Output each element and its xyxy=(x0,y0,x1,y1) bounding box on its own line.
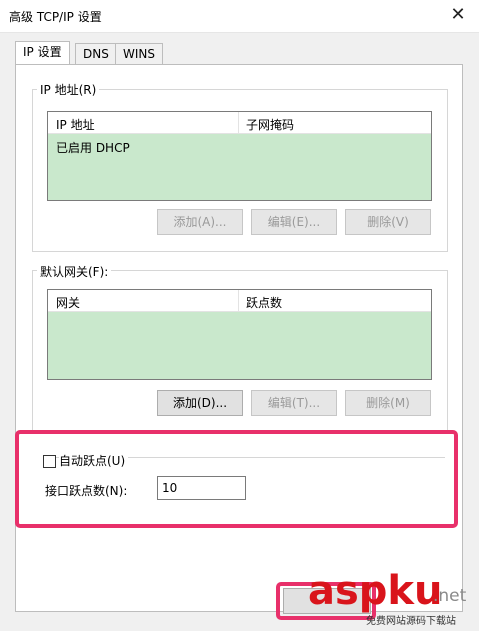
ip-delete-button[interactable]: 删除(V) xyxy=(345,209,431,235)
default-gateway-legend: 默认网关(F): xyxy=(37,263,112,280)
window-title: 高级 TCP/IP 设置 xyxy=(9,10,102,24)
ip-add-button[interactable]: 添加(A)... xyxy=(157,209,243,235)
watermark-sub: 免费网站源码下载站 xyxy=(366,616,456,627)
column-header-subnet[interactable]: 子网掩码 xyxy=(246,116,294,133)
column-header-metric[interactable]: 跃点数 xyxy=(246,294,282,311)
tab-ip-settings[interactable]: IP 设置 xyxy=(15,41,70,65)
dialog-window: 高级 TCP/IP 设置 ✕ IP 设置 DNS WINS IP 地址(R) I… xyxy=(0,0,479,631)
list-item[interactable]: 已启用 DHCP xyxy=(56,139,130,156)
tab-dns[interactable]: DNS xyxy=(75,43,117,65)
close-icon[interactable]: ✕ xyxy=(446,4,470,28)
column-header-ip[interactable]: IP 地址 xyxy=(56,116,95,133)
ip-address-legend: IP 地址(R) xyxy=(37,81,100,98)
title-bar: 高级 TCP/IP 设置 ✕ xyxy=(0,0,479,33)
watermark-brand: aspku xyxy=(308,568,443,614)
column-header-gateway[interactable]: 网关 xyxy=(56,294,80,311)
column-separator xyxy=(238,290,239,311)
column-separator xyxy=(238,112,239,133)
gateway-edit-button[interactable]: 编辑(T)... xyxy=(251,390,337,416)
interface-metric-label: 接口跃点数(N): xyxy=(45,484,128,498)
ip-address-list[interactable]: IP 地址 子网掩码 已启用 DHCP xyxy=(47,111,432,201)
gateway-list-header: 网关 跃点数 xyxy=(48,290,431,312)
gateway-delete-button[interactable]: 删除(M) xyxy=(345,390,431,416)
tab-wins[interactable]: WINS xyxy=(115,43,163,65)
watermark-suffix: .net xyxy=(433,586,467,606)
watermark: aspku .net 免费网站源码下载站 xyxy=(300,568,479,631)
auto-metric-checkbox[interactable] xyxy=(43,455,56,468)
ip-edit-button[interactable]: 编辑(E)... xyxy=(251,209,337,235)
gateway-add-button[interactable]: 添加(D)... xyxy=(157,390,243,416)
auto-metric-label[interactable]: 自动跃点(U) xyxy=(59,452,129,469)
gateway-list[interactable]: 网关 跃点数 xyxy=(47,289,432,380)
ip-list-header: IP 地址 子网掩码 xyxy=(48,112,431,134)
interface-metric-input[interactable]: 10 xyxy=(157,476,246,500)
